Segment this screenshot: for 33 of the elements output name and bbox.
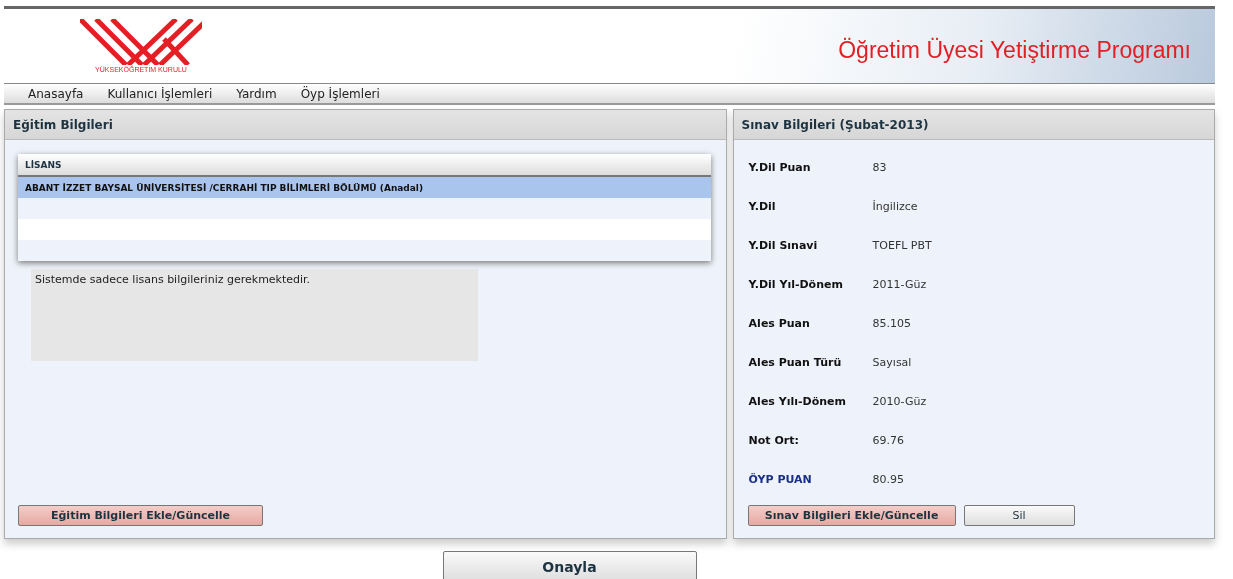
field-label: Ales Puan bbox=[748, 317, 811, 330]
field-value: 80.95 bbox=[872, 473, 906, 486]
field-label: ÖYP PUAN bbox=[748, 473, 813, 486]
field-value: Sayısal bbox=[872, 356, 913, 369]
field-label: Y.Dil Yıl-Dönem bbox=[748, 278, 844, 291]
menu-item[interactable]: Anasayfa bbox=[22, 86, 90, 101]
field-value: 69.76 bbox=[872, 434, 906, 447]
list-row[interactable]: ABANT İZZET BAYSAL ÜNİVERSİTESİ /CERRAHİ TIP BİLİMLERİ BÖLÜMÜ (Anadal) bbox=[18, 177, 711, 198]
field-label: Y.Dil Sınavi bbox=[748, 239, 819, 252]
menu-item[interactable]: Yardım bbox=[230, 86, 283, 101]
menu-item[interactable]: Öyp İşlemleri bbox=[294, 86, 386, 101]
list-header: LİSANS bbox=[18, 154, 711, 177]
field-value: TOEFL PBT bbox=[872, 239, 933, 252]
delete-button[interactable]: Sil bbox=[963, 505, 1075, 526]
panel-title: Sınav Bilgileri (Şubat-2013) bbox=[741, 117, 929, 132]
panel-title: Eğitim Bilgileri bbox=[13, 117, 113, 132]
update-button[interactable]: Eğitim Bilgileri Ekle/Güncelle bbox=[18, 505, 263, 526]
field-value: 85.105 bbox=[872, 317, 913, 330]
update-button[interactable]: Sınav Bilgileri Ekle/Güncelle bbox=[747, 505, 956, 526]
field-label: Ales Yılı-Dönem bbox=[748, 395, 847, 408]
info-note: Sistemde sadece lisans bilgileriniz gerekmektedir. bbox=[31, 269, 478, 361]
field-label: Ales Puan Türü bbox=[748, 356, 843, 369]
field-label: Y.Dil bbox=[748, 200, 777, 213]
confirm-button[interactable]: Onayla bbox=[442, 551, 697, 579]
field-value: İngilizce bbox=[872, 200, 919, 213]
field-value: 2011-Güz bbox=[872, 278, 928, 291]
logo-icon bbox=[80, 19, 202, 65]
field-label: Y.Dil Puan bbox=[748, 161, 812, 174]
field-label: Not Ort: bbox=[748, 434, 800, 447]
field-value: 2010-Güz bbox=[872, 395, 928, 408]
field-value: 83 bbox=[872, 161, 888, 174]
program-title: Öğretim Üyesi Yetiştirme Programı bbox=[838, 36, 1191, 64]
menu-item[interactable]: Kullanıcı İşlemleri bbox=[101, 86, 219, 101]
